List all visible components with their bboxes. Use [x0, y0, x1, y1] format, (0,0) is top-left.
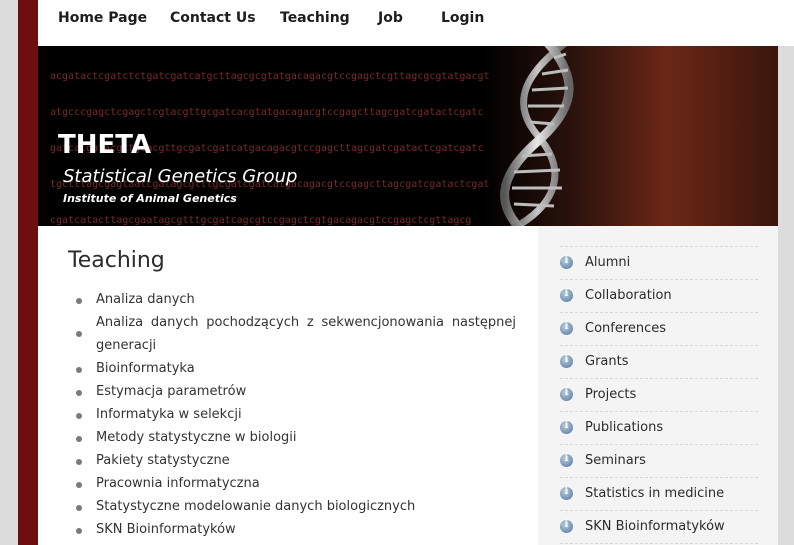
nav-home-page[interactable]: Home Page	[58, 10, 147, 26]
sidebar-item-collaboration[interactable]: Collaboration	[560, 280, 758, 313]
course-label: Bioinformatyka	[96, 361, 195, 376]
info-icon	[560, 420, 573, 434]
course-label: Statystyczne modelowanie danych biologic…	[96, 499, 416, 514]
bullet-icon	[76, 436, 82, 442]
info-icon	[560, 453, 573, 467]
sidebar-item-label: Conferences	[585, 321, 667, 336]
left-accent-stripe	[18, 0, 38, 545]
course-label: Pakiety statystyczne	[96, 453, 230, 468]
course-label: Informatyka w selekcji	[96, 407, 242, 422]
bullet-icon	[76, 413, 82, 419]
course-label: SKN Bioinformatyków	[96, 522, 236, 537]
bullet-icon	[76, 459, 82, 465]
bullet-icon	[76, 298, 82, 304]
course-label: Analiza danych pochodzących z sekwencjon…	[96, 315, 516, 353]
list-item[interactable]: Statystyczne modelowanie danych biologic…	[76, 495, 516, 518]
main-content: Teaching Analiza danych Analiza danych p…	[38, 226, 538, 545]
nav-login[interactable]: Login	[441, 10, 484, 26]
sidebar-item-label: Alumni	[585, 255, 631, 270]
right-margin	[778, 46, 794, 545]
sidebar-menu: Alumni Collaboration Conferences Grants …	[560, 246, 758, 544]
course-label: Estymacja parametrów	[96, 384, 247, 399]
course-label: Analiza danych	[96, 292, 195, 307]
dna-helix-graphic	[500, 46, 574, 226]
bullet-icon	[76, 367, 82, 373]
sidebar-item-skn-bioinformatykow[interactable]: SKN Bioinformatyków	[560, 511, 758, 544]
sidebar-item-projects[interactable]: Projects	[560, 379, 758, 412]
info-icon	[560, 255, 573, 269]
info-icon	[560, 288, 573, 302]
sidebar-item-label: Projects	[585, 387, 637, 402]
bullet-icon	[76, 505, 82, 511]
sidebar-item-seminars[interactable]: Seminars	[560, 445, 758, 478]
sidebar-item-statistics-in-medicine[interactable]: Statistics in medicine	[560, 478, 758, 511]
course-label: Pracownia informatyczna	[96, 476, 260, 491]
bullet-icon	[76, 482, 82, 488]
course-label: Metody statystyczne w biologii	[96, 430, 297, 445]
site-title: THETA	[58, 130, 152, 160]
info-icon	[560, 486, 573, 500]
list-item[interactable]: Pakiety statystyczne	[76, 449, 516, 472]
list-item[interactable]: Bioinformatyka	[76, 357, 516, 380]
bullet-icon	[76, 528, 82, 534]
list-item[interactable]: Informatyka w selekcji	[76, 403, 516, 426]
info-icon	[560, 321, 573, 335]
course-list: Analiza danych Analiza danych pochodzący…	[76, 288, 516, 541]
sidebar-item-alumni[interactable]: Alumni	[560, 247, 758, 280]
site-subtitle: Statistical Genetics Group	[63, 166, 298, 187]
info-icon	[560, 354, 573, 368]
sidebar-item-label: Seminars	[585, 453, 646, 468]
top-navigation: Home Page Contact Us Teaching Job Login	[38, 0, 794, 46]
list-item[interactable]: Pracownia informatyczna	[76, 472, 516, 495]
bullet-icon	[76, 331, 82, 337]
sidebar-item-label: Collaboration	[585, 288, 672, 303]
list-item[interactable]: Metody statystyczne w biologii	[76, 426, 516, 449]
list-item[interactable]: SKN Bioinformatyków	[76, 518, 516, 541]
sidebar-item-label: SKN Bioinformatyków	[585, 519, 725, 534]
info-icon	[560, 519, 573, 533]
institute-name: Institute of Animal Genetics	[63, 192, 237, 205]
bullet-icon	[76, 390, 82, 396]
sidebar-item-publications[interactable]: Publications	[560, 412, 758, 445]
sidebar-item-conferences[interactable]: Conferences	[560, 313, 758, 346]
sidebar: Alumni Collaboration Conferences Grants …	[538, 226, 778, 545]
page-title: Teaching	[68, 248, 165, 273]
list-item[interactable]: Analiza danych pochodzących z sekwencjon…	[76, 311, 516, 357]
header-banner: acgatactcgatctctgatcgatcatgcttagcgcgtatg…	[38, 46, 778, 226]
sidebar-item-label: Grants	[585, 354, 629, 369]
nav-contact-us[interactable]: Contact Us	[170, 10, 256, 26]
info-icon	[560, 387, 573, 401]
sidebar-item-label: Statistics in medicine	[585, 486, 725, 501]
list-item[interactable]: Analiza danych	[76, 288, 516, 311]
nav-job[interactable]: Job	[378, 10, 403, 26]
list-item[interactable]: Estymacja parametrów	[76, 380, 516, 403]
sidebar-item-label: Publications	[585, 420, 664, 435]
sidebar-item-grants[interactable]: Grants	[560, 346, 758, 379]
nav-teaching[interactable]: Teaching	[280, 10, 350, 26]
